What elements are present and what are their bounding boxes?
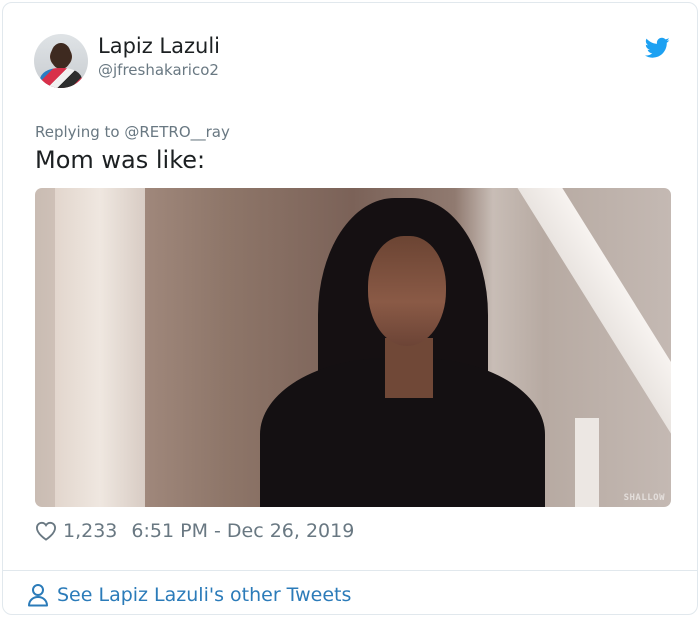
tweet-text: Mom was like: (35, 146, 206, 174)
footer-divider (3, 570, 697, 571)
tweet-meta: 1,233 6:51 PM - Dec 26, 2019 (35, 518, 354, 544)
like-count[interactable]: 1,233 (63, 520, 117, 542)
media-background-rail (575, 418, 599, 507)
media-subject-face (368, 236, 446, 346)
tweet-timestamp[interactable]: 6:51 PM - Dec 26, 2019 (131, 520, 354, 542)
tweet-media-gif[interactable]: SHALLOW (35, 188, 671, 507)
media-watermark: SHALLOW (623, 493, 665, 503)
author-display-name[interactable]: Lapiz Lazuli (98, 34, 220, 58)
heart-icon[interactable] (35, 521, 57, 541)
tweet-card: Lapiz Lazuli @jfreshakarico2 Replying to… (2, 2, 698, 615)
avatar-head (51, 43, 71, 69)
person-icon (28, 584, 48, 607)
see-other-tweets-link[interactable]: See Lapiz Lazuli's other Tweets (27, 582, 351, 608)
media-background-door (55, 188, 145, 507)
media-subject-neck (385, 338, 433, 398)
see-other-tweets-label: See Lapiz Lazuli's other Tweets (57, 584, 352, 606)
avatar-shirt (40, 68, 82, 88)
twitter-bird-icon[interactable] (645, 37, 670, 59)
avatar[interactable] (34, 34, 88, 88)
author-handle[interactable]: @jfreshakarico2 (98, 61, 219, 79)
replying-to[interactable]: Replying to @RETRO__ray (35, 123, 230, 141)
